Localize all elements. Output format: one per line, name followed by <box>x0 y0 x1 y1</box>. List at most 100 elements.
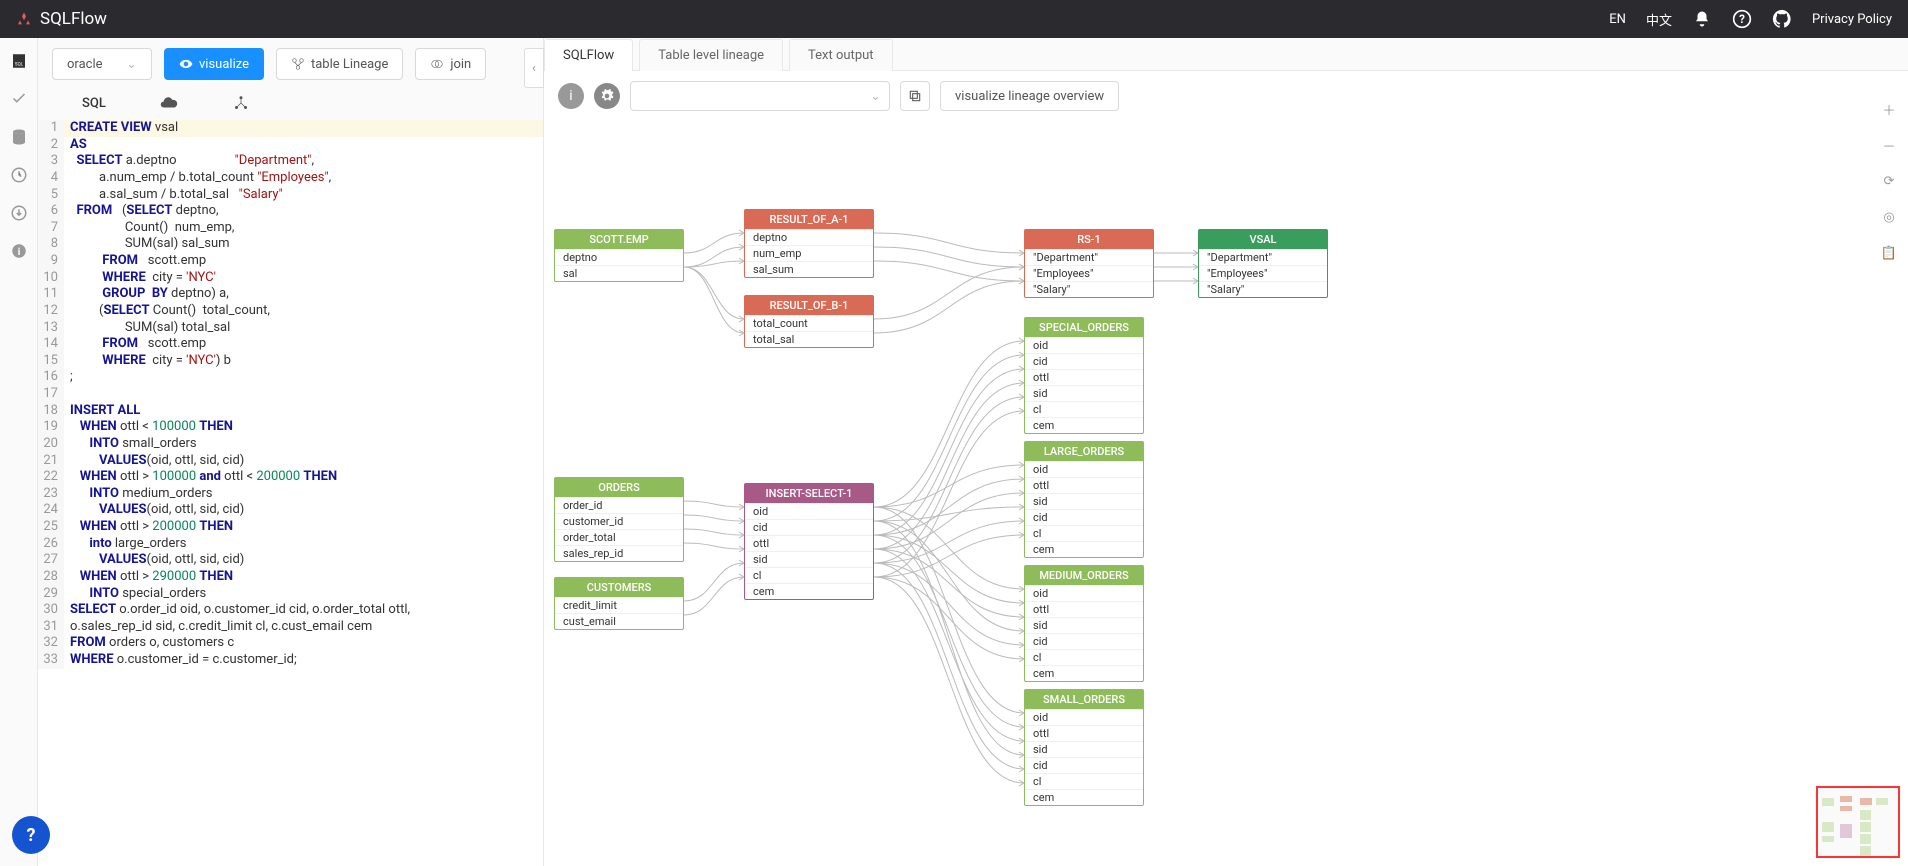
refresh-button[interactable]: ⟳ <box>1878 170 1900 192</box>
info-icon[interactable]: i <box>10 242 28 260</box>
node-column[interactable]: cem <box>1025 665 1143 681</box>
node-large[interactable]: LARGE_ORDERSoidottlsidcidclcem <box>1024 441 1144 558</box>
node-column[interactable]: cid <box>1025 757 1143 773</box>
node-small[interactable]: SMALL_ORDERSoidottlsidcidclcem <box>1024 689 1144 806</box>
node-column[interactable]: deptno <box>745 229 873 245</box>
node-column[interactable]: "Salary" <box>1025 281 1153 297</box>
visualize-button[interactable]: visualize <box>164 48 264 80</box>
node-column[interactable]: ottl <box>1025 725 1143 741</box>
node-column[interactable]: ottl <box>1025 601 1143 617</box>
copy-button[interactable] <box>900 81 930 111</box>
node-column[interactable]: credit_limit <box>555 597 683 613</box>
collapse-left-button[interactable]: ‹ <box>524 48 544 88</box>
node-orders[interactable]: ORDERSorder_idcustomer_idorder_totalsale… <box>554 477 684 562</box>
database-icon[interactable] <box>10 128 28 146</box>
node-column[interactable]: order_total <box>555 529 683 545</box>
db-select[interactable]: oracle⌄ <box>52 48 152 80</box>
node-column[interactable]: "Department" <box>1025 249 1153 265</box>
node-medium[interactable]: MEDIUM_ORDERSoidottlsidcidclcem <box>1024 565 1144 682</box>
node-column[interactable]: sid <box>1025 493 1143 509</box>
code-editor[interactable]: 1CREATE VIEW vsal2AS3 SELECT a.deptno "D… <box>38 120 543 866</box>
check-icon[interactable] <box>10 90 28 108</box>
help-fab[interactable]: ? <box>12 816 50 854</box>
join-button[interactable]: join <box>415 48 486 80</box>
node-rs1[interactable]: RS-1"Department""Employees""Salary" <box>1024 229 1154 298</box>
info-button[interactable]: i <box>558 83 584 109</box>
node-scott_emp[interactable]: SCOTT.EMPdeptnosal <box>554 229 684 282</box>
clipboard-button[interactable]: 📋 <box>1878 242 1900 264</box>
node-column[interactable]: sal <box>555 265 683 281</box>
node-column[interactable]: cid <box>1025 509 1143 525</box>
node-column[interactable]: cust_email <box>555 613 683 629</box>
node-result_a[interactable]: RESULT_OF_A-1deptnonum_empsal_sum <box>744 209 874 278</box>
settings-button[interactable] <box>594 83 620 109</box>
node-column[interactable]: cem <box>1025 417 1143 433</box>
node-column[interactable]: ottl <box>1025 369 1143 385</box>
privacy-link[interactable]: Privacy Policy <box>1812 12 1892 27</box>
node-column[interactable]: total_count <box>745 315 873 331</box>
node-column[interactable]: num_emp <box>745 245 873 261</box>
sql-file-icon[interactable]: SQL <box>10 52 28 70</box>
table-lineage-button[interactable]: table Lineage <box>276 48 403 80</box>
node-column[interactable]: cl <box>1025 773 1143 789</box>
node-column[interactable]: sales_rep_id <box>555 545 683 561</box>
node-column[interactable]: total_sal <box>745 331 873 347</box>
search-input[interactable]: ⌄ <box>630 81 890 111</box>
node-customers[interactable]: CUSTOMERScredit_limitcust_email <box>554 577 684 630</box>
node-column[interactable]: "Department" <box>1199 249 1327 265</box>
node-column[interactable]: cl <box>1025 525 1143 541</box>
lineage-canvas[interactable]: SCOTT.EMPdeptnosal RESULT_OF_A-1deptnonum… <box>544 121 1908 866</box>
node-column[interactable]: oid <box>1025 461 1143 477</box>
node-column[interactable]: customer_id <box>555 513 683 529</box>
node-column[interactable]: oid <box>1025 585 1143 601</box>
node-column[interactable]: cem <box>1025 789 1143 805</box>
node-column[interactable]: cl <box>745 567 873 583</box>
node-special[interactable]: SPECIAL_ORDERSoidcidottlsidclcem <box>1024 317 1144 434</box>
node-result_b[interactable]: RESULT_OF_B-1total_counttotal_sal <box>744 295 874 348</box>
node-column[interactable]: oid <box>745 503 873 519</box>
tab-text-output[interactable]: Text output <box>789 39 893 71</box>
download-icon[interactable] <box>10 204 28 222</box>
node-column[interactable]: sid <box>745 551 873 567</box>
table-lineage-label: table Lineage <box>311 57 388 72</box>
node-column[interactable]: cid <box>745 519 873 535</box>
node-column[interactable]: sid <box>1025 617 1143 633</box>
node-column[interactable]: order_id <box>555 497 683 513</box>
node-column[interactable]: cid <box>1025 633 1143 649</box>
lang-en[interactable]: EN <box>1609 12 1626 27</box>
overview-button[interactable]: visualize lineage overview <box>940 81 1119 111</box>
tree-icon[interactable] <box>232 94 250 112</box>
zoom-in-button[interactable]: ＋ <box>1878 98 1900 120</box>
upload-icon[interactable] <box>160 94 178 112</box>
minimap[interactable] <box>1816 786 1900 858</box>
node-column[interactable]: cid <box>1025 353 1143 369</box>
zoom-out-button[interactable]: － <box>1878 134 1900 156</box>
node-vsal[interactable]: VSAL"Department""Employees""Salary" <box>1198 229 1328 298</box>
node-column[interactable]: ottl <box>745 535 873 551</box>
node-column[interactable]: "Employees" <box>1199 265 1327 281</box>
node-column[interactable]: "Employees" <box>1025 265 1153 281</box>
node-column[interactable]: oid <box>1025 337 1143 353</box>
node-column[interactable]: deptno <box>555 249 683 265</box>
github-icon[interactable] <box>1772 9 1792 29</box>
help-icon[interactable]: ? <box>1732 9 1752 29</box>
bell-icon[interactable] <box>1692 9 1712 29</box>
node-column[interactable]: cem <box>745 583 873 599</box>
node-column[interactable]: cl <box>1025 649 1143 665</box>
lang-zh[interactable]: 中文 <box>1646 10 1672 29</box>
node-column[interactable]: ottl <box>1025 477 1143 493</box>
node-insert_select[interactable]: INSERT-SELECT-1oidcidottlsidclcem <box>744 483 874 600</box>
tab-table-level-lineage[interactable]: Table level lineage <box>639 39 783 71</box>
node-column[interactable]: "Salary" <box>1199 281 1327 297</box>
node-column[interactable]: sid <box>1025 741 1143 757</box>
tab-sqlflow[interactable]: SQLFlow <box>544 39 633 71</box>
node-column[interactable]: cl <box>1025 401 1143 417</box>
clock-icon[interactable] <box>10 166 28 184</box>
node-column[interactable]: sal_sum <box>745 261 873 277</box>
node-column[interactable]: cem <box>1025 541 1143 557</box>
node-column[interactable]: sid <box>1025 385 1143 401</box>
code-line: GROUP BY deptno) a, <box>64 286 543 303</box>
target-button[interactable]: ◎ <box>1878 206 1900 228</box>
sql-tab[interactable]: SQL <box>82 96 106 111</box>
node-column[interactable]: oid <box>1025 709 1143 725</box>
